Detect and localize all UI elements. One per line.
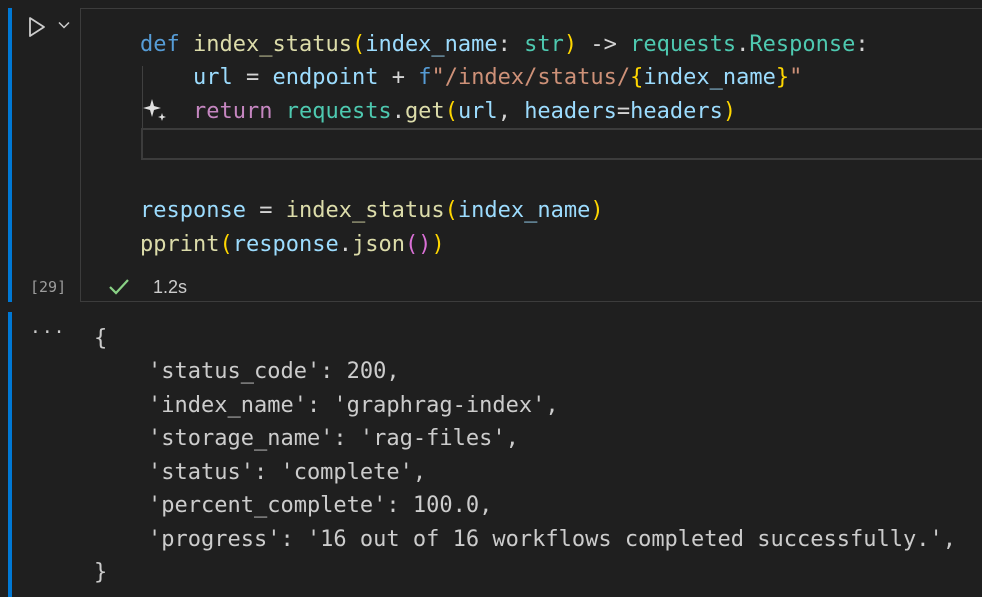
code-line-1: def index_status(index_name: str) -> req… — [140, 32, 869, 57]
notebook-cell: def index_status(index_name: str) -> req… — [0, 0, 982, 597]
output-line: 'status': 'complete', — [148, 460, 427, 485]
output-close-brace: } — [94, 560, 108, 585]
run-cell-button[interactable] — [24, 15, 48, 39]
inline-chat-input[interactable] — [141, 128, 982, 160]
execution-count: [29] — [30, 278, 67, 296]
output-actions-button[interactable]: ··· — [30, 322, 66, 343]
output-line: 'storage_name': 'rag-files', — [148, 426, 519, 451]
code-line-2: url = endpoint + f"/index/status/{index_… — [192, 65, 803, 90]
cell-focus-indicator — [8, 8, 12, 302]
check-icon — [109, 279, 129, 295]
output-line: 'status_code': 200, — [148, 359, 400, 384]
code-line-6: pprint(response.json()) — [140, 232, 445, 257]
output-line: 'percent_complete': 100.0, — [148, 493, 493, 518]
output-line: 'progress': '16 out of 16 workflows comp… — [148, 527, 956, 552]
code-line-5: response = index_status(index_name) — [140, 198, 604, 223]
chevron-down-icon[interactable] — [56, 17, 72, 33]
output-line: 'index_name': 'graphrag-index', — [148, 393, 559, 418]
execution-time: 1.2s — [153, 277, 188, 297]
sparkle-icon[interactable] — [141, 97, 169, 125]
code-line-3: return requests.get(url, headers=headers… — [192, 99, 737, 124]
output-focus-indicator — [8, 312, 12, 597]
output-open-brace: { — [94, 326, 108, 351]
